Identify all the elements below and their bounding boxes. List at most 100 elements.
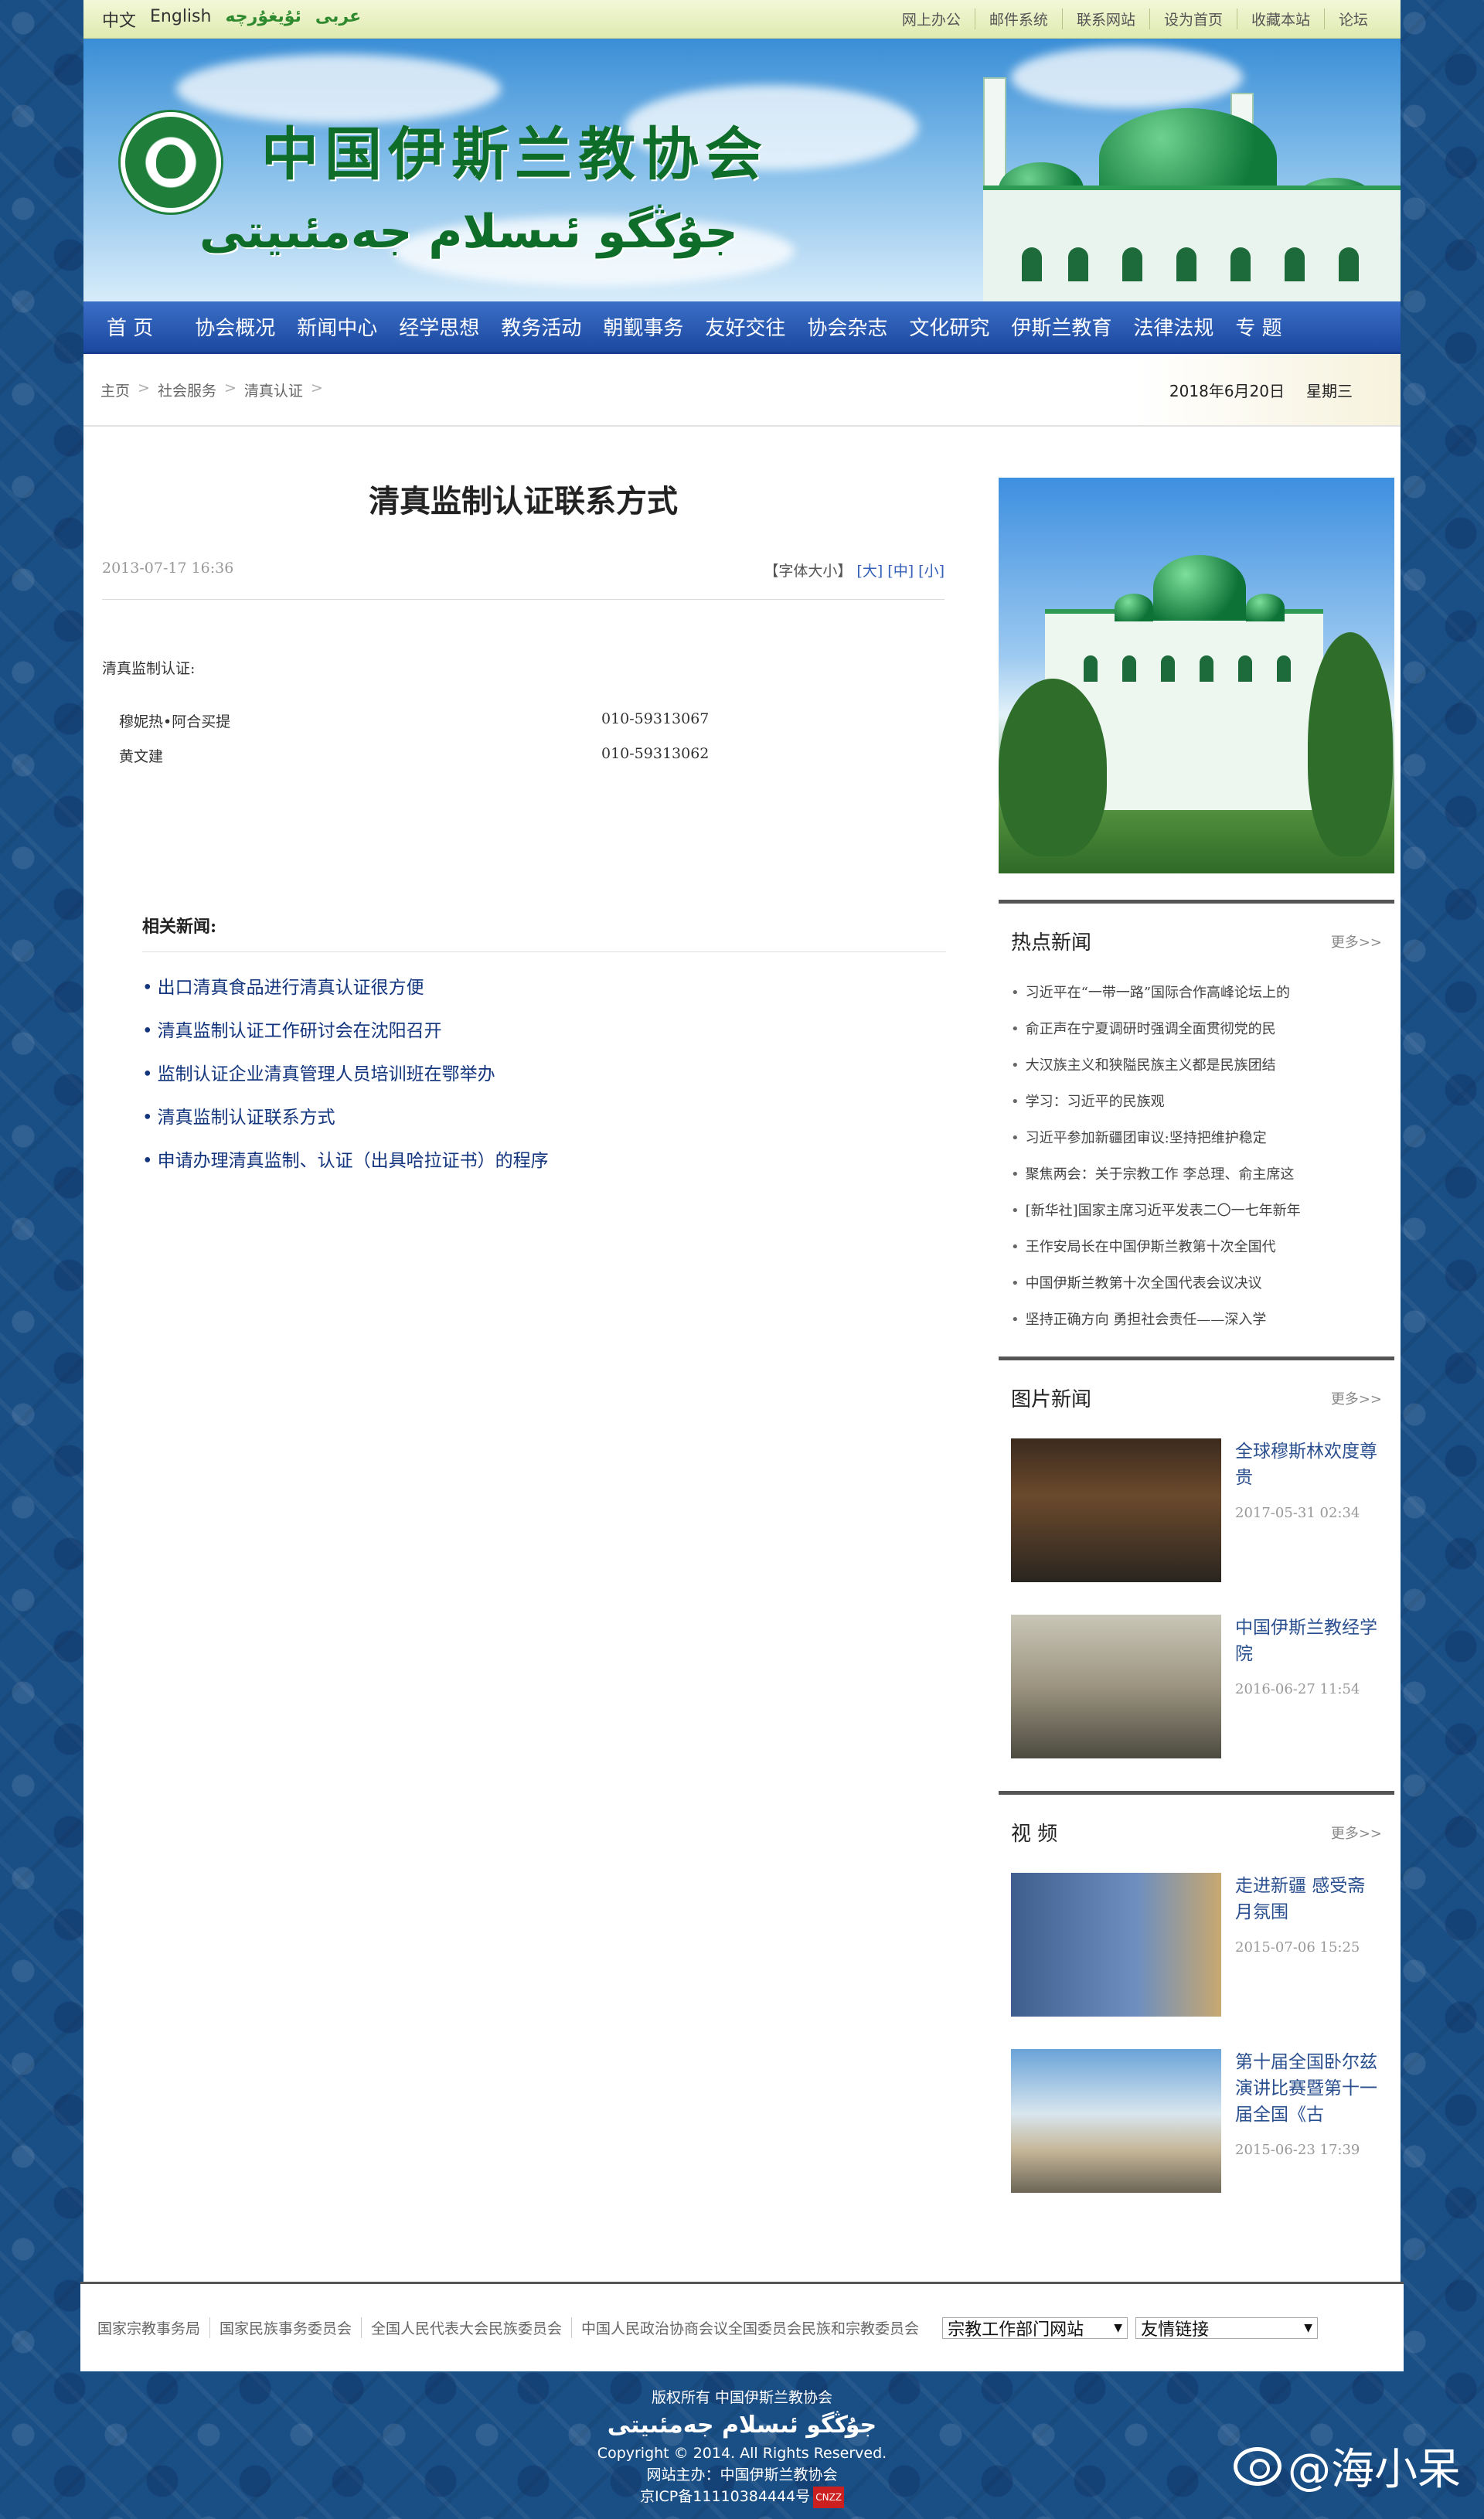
article-title: 清真监制认证联系方式 (369, 483, 678, 519)
nav-home[interactable]: 首 页 (96, 312, 184, 341)
related-news-item[interactable]: 申请办理清真监制、认证（出具哈拉证书）的程序 (142, 1145, 946, 1172)
article-datetime: 2013-07-17 16:36 (102, 560, 234, 577)
icp-number[interactable]: 京ICP备11110384444号 (640, 2488, 810, 2505)
video-thumbnail[interactable] (1011, 1873, 1221, 2017)
top-bar: 中文 English ئۇيغۇرچە عربی 网上办公 邮件系统 联系网站 … (83, 0, 1401, 39)
related-news-item[interactable]: 清真监制认证联系方式 (142, 1102, 946, 1128)
lang-uyghur[interactable]: ئۇيغۇرچە (225, 7, 301, 32)
nav-about[interactable]: 协会概况 (184, 312, 286, 341)
video-item-title[interactable]: 第十届全国卧尔兹演讲比赛暨第十一届全国《古 (1235, 2049, 1382, 2128)
hot-news-title: 热点新闻 (1011, 931, 1092, 955)
hot-news-item[interactable]: 坚持正确方向 勇担社会责任——深入学 (1011, 1309, 1382, 1329)
related-news-item[interactable]: 出口清真食品进行清真认证很方便 (142, 972, 946, 999)
nav-news[interactable]: 新闻中心 (286, 312, 388, 341)
video-item-date: 2015-06-23 17:39 (1235, 2142, 1360, 2158)
hot-news-item[interactable]: 聚焦两会：关于宗教工作 李总理、俞主席这 (1011, 1163, 1382, 1183)
breadcrumb-social-service[interactable]: 社会服务 (158, 380, 216, 400)
page-container: 中文 English ئۇيغۇرچە عربی 网上办公 邮件系统 联系网站 … (83, 0, 1401, 2284)
footer-link[interactable]: 国家宗教事务局 (97, 2317, 209, 2338)
sidebar: 热点新闻 更多>> 习近平在“一带一路”国际合作高峰论坛上的 俞正声在宁夏调研时… (999, 478, 1394, 2193)
link-mail-system[interactable]: 邮件系统 (974, 9, 1062, 29)
breadcrumb-halal-cert[interactable]: 清真认证 (244, 380, 303, 400)
link-forum[interactable]: 论坛 (1323, 9, 1382, 29)
lang-chinese[interactable]: 中文 (102, 7, 136, 32)
dropdown-arrow-icon: ▼ (1304, 2321, 1313, 2334)
article-section-label: 清真监制认证: (102, 660, 196, 677)
photo-news-item-title[interactable]: 全球穆斯林欢度尊贵 (1235, 1438, 1382, 1491)
lang-arabic[interactable]: عربی (315, 7, 361, 32)
video-section: 视 频 更多>> 走进新疆 感受斋月氛围 2015-07-06 15:25 第十… (999, 1791, 1394, 2193)
association-logo[interactable] (121, 112, 221, 213)
footer-link[interactable]: 中国人民政治协商会议全国委员会民族和宗教委员会 (571, 2317, 928, 2338)
photo-news-title: 图片新闻 (1011, 1388, 1092, 1411)
contact-row: 黄文建 010-59313062 (102, 745, 945, 766)
top-links: 网上办公 邮件系统 联系网站 设为首页 收藏本站 论坛 (888, 9, 1382, 29)
religious-dept-select[interactable]: 宗教工作部门网站 ▼ (942, 2316, 1128, 2340)
hot-news-more-link[interactable]: 更多>> (1331, 931, 1382, 951)
chevron-right-icon: > (223, 379, 237, 397)
nav-friendly-exchange[interactable]: 友好交往 (694, 312, 796, 341)
footer-link[interactable]: 国家民族事务委员会 (209, 2317, 361, 2338)
video-thumbnail[interactable] (1011, 2049, 1221, 2193)
font-size-medium-button[interactable]: [中] (887, 563, 914, 580)
hot-news-item[interactable]: 习近平参加新疆团审议:坚持把维护稳定 (1011, 1127, 1382, 1147)
video-item[interactable]: 走进新疆 感受斋月氛围 2015-07-06 15:25 (999, 1873, 1394, 2017)
video-item-title[interactable]: 走进新疆 感受斋月氛围 (1235, 1873, 1382, 1925)
dropdown-arrow-icon: ▼ (1114, 2321, 1123, 2334)
photo-news-item-title[interactable]: 中国伊斯兰教经学院 (1235, 1615, 1382, 1667)
contact-phone: 010-59313062 (601, 745, 710, 762)
date-text: 2018年6月20日 (1169, 381, 1285, 400)
nav-laws[interactable]: 法律法规 (1122, 312, 1224, 341)
hot-news-item[interactable]: 习近平在“一带一路”国际合作高峰论坛上的 (1011, 982, 1382, 1002)
nav-scripture[interactable]: 经学思想 (388, 312, 490, 341)
nav-religious-activities[interactable]: 教务活动 (490, 312, 592, 341)
mosque-illustration (937, 70, 1401, 301)
photo-news-item[interactable]: 中国伊斯兰教经学院 2016-06-27 11:54 (999, 1615, 1394, 1758)
weibo-icon (1234, 2446, 1281, 2486)
video-item[interactable]: 第十届全国卧尔兹演讲比赛暨第十一届全国《古 2015-06-23 17:39 (999, 2049, 1394, 2193)
nav-culture[interactable]: 文化研究 (898, 312, 1000, 341)
nav-hajj[interactable]: 朝觐事务 (592, 312, 694, 341)
chevron-right-icon: > (310, 379, 323, 397)
breadcrumb-bar: 主页 > 社会服务 > 清真认证 > 2018年6月20日 星期三 (83, 354, 1401, 427)
hot-news-section: 热点新闻 更多>> 习近平在“一带一路”国际合作高峰论坛上的 俞正声在宁夏调研时… (999, 900, 1394, 1329)
breadcrumb-home[interactable]: 主页 (100, 380, 130, 400)
hot-news-item[interactable]: [新华社]国家主席习近平发表二〇一七年新年 (1011, 1200, 1382, 1220)
contact-name: 穆妮热•阿合买提 (119, 713, 231, 730)
photo-news-thumbnail[interactable] (1011, 1615, 1221, 1758)
nav-magazine[interactable]: 协会杂志 (796, 312, 898, 341)
link-bookmark[interactable]: 收藏本站 (1236, 9, 1324, 29)
related-news-item[interactable]: 监制认证企业清真管理人员培训班在鄂举办 (142, 1059, 946, 1085)
hot-news-item[interactable]: 王作安局长在中国伊斯兰教第十次全国代 (1011, 1236, 1382, 1256)
photo-news-item[interactable]: 全球穆斯林欢度尊贵 2017-05-31 02:34 (999, 1438, 1394, 1582)
link-contact-site[interactable]: 联系网站 (1061, 9, 1149, 29)
photo-news-more-link[interactable]: 更多>> (1331, 1388, 1382, 1408)
font-size-small-button[interactable]: [小] (918, 563, 945, 580)
nav-topics[interactable]: 专 题 (1224, 312, 1292, 341)
related-news-item[interactable]: 清真监制认证工作研讨会在沈阳召开 (142, 1016, 946, 1042)
chevron-right-icon: > (138, 379, 150, 397)
related-news-list: 出口清真食品进行清真认证很方便 清真监制认证工作研讨会在沈阳召开 监制认证企业清… (142, 972, 946, 1172)
font-size-large-button[interactable]: [大] (856, 563, 883, 580)
hot-news-item[interactable]: 学习：习近平的民族观 (1011, 1091, 1382, 1111)
breadcrumb: 主页 > 社会服务 > 清真认证 > (100, 380, 323, 400)
link-set-homepage[interactable]: 设为首页 (1149, 9, 1237, 29)
hot-news-item[interactable]: 大汉族主义和狭隘民族主义都是民族团结 (1011, 1054, 1382, 1074)
related-news-heading: 相关新闻: (142, 913, 946, 952)
video-more-link[interactable]: 更多>> (1331, 1823, 1382, 1843)
related-news: 相关新闻: 出口清真食品进行清真认证很方便 清真监制认证工作研讨会在沈阳召开 监… (142, 913, 946, 1172)
photo-news-thumbnail[interactable] (1011, 1438, 1221, 1582)
hot-news-item[interactable]: 中国伊斯兰教第十次全国代表会议决议 (1011, 1272, 1382, 1292)
footer-links-bar: 国家宗教事务局 国家民族事务委员会 全国人民代表大会民族委员会 中国人民政治协商… (80, 2282, 1404, 2371)
friendly-links-select[interactable]: 友情链接 ▼ (1135, 2316, 1319, 2340)
hot-news-item[interactable]: 俞正声在宁夏调研时强调全面贯彻党的民 (1011, 1018, 1382, 1038)
mosque-photo[interactable] (999, 478, 1394, 873)
lang-english[interactable]: English (150, 7, 211, 32)
cnzz-badge[interactable]: CNZZ (813, 2486, 845, 2508)
contact-row: 穆妮热•阿合买提 010-59313067 (102, 710, 945, 731)
nav-education[interactable]: 伊斯兰教育 (1000, 312, 1122, 341)
link-online-office[interactable]: 网上办公 (888, 9, 975, 29)
current-date: 2018年6月20日 星期三 (1169, 379, 1353, 401)
article-meta: 2013-07-17 16:36 【字体大小】 [大] [中] [小] (102, 560, 945, 600)
footer-link[interactable]: 全国人民代表大会民族委员会 (361, 2317, 571, 2338)
